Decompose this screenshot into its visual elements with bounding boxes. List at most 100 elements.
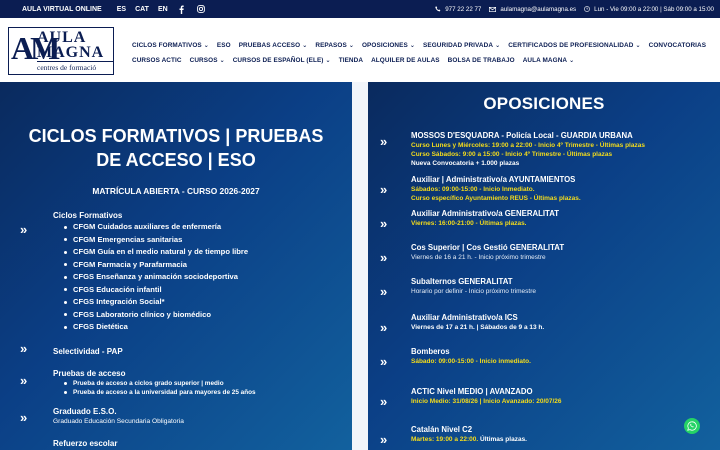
oposicion-detail: Curso Sábados: 9:00 a 15:00 - Inicio 4º …: [411, 151, 613, 158]
hours-text: Lun - Vie 09:00 a 22:00 | Sáb 09:00 a 15…: [594, 5, 714, 13]
nav-item[interactable]: ALQUILER DE AULAS: [371, 57, 440, 64]
nav-item[interactable]: BOLSA DE TRABAJO: [448, 57, 515, 64]
chevron-down-icon: ⌄: [409, 43, 415, 49]
aula-virtual-link[interactable]: AULA VIRTUAL ONLINE: [22, 6, 102, 13]
pruebas-item[interactable]: Prueba de acceso a ciclos grado superior…: [53, 379, 343, 388]
nav-item-label: SEGURIDAD PRIVADA: [422, 42, 494, 49]
main-nav: CICLOS FORMATIVOS ⌄ ESO PRUEBAS ACCESO ⌄ REPA…: [132, 38, 706, 68]
ciclos-panel-subtitle: MATRÍCULA ABIERTA - CURSO 2026-2027: [92, 186, 260, 196]
chevron-down-icon: ⌄: [203, 43, 209, 49]
oposicion-heading[interactable]: ACTIC Nivel MEDIO | AVANZADO: [411, 386, 711, 397]
double-chevron-right-icon: »: [380, 320, 387, 335]
nav-item-label: CERTIFICADOS DE PROFESIONALIDAD: [508, 42, 634, 49]
nav-item[interactable]: REPASOS ⌄: [315, 42, 354, 49]
facebook-icon[interactable]: [177, 5, 187, 14]
chevron-down-icon: ⌄: [348, 43, 354, 49]
instagram-icon[interactable]: [196, 5, 206, 13]
whatsapp-icon[interactable]: [684, 418, 700, 434]
oposicion-detail: Horario por definir - Inicio próximo tri…: [411, 288, 536, 295]
nav-item[interactable]: CURSOS ⌄: [190, 57, 225, 64]
nav-item[interactable]: CONVOCATORIAS: [649, 42, 707, 49]
nav-item-label: ESO: [216, 42, 231, 49]
oposicion-heading[interactable]: Auxiliar Administrativo/a GENERALITAT: [411, 208, 711, 219]
oposicion-detail: Curso específico Ayuntamiento REUS - Últ…: [411, 195, 581, 202]
oposicion-heading[interactable]: Catalán Nivel C2: [411, 424, 711, 435]
oposicion-heading[interactable]: Auxiliar | Administrativo/a AYUNTAMIENTO…: [411, 174, 711, 185]
double-chevron-right-icon: »: [20, 341, 27, 356]
ciclo-item[interactable]: CFGS Integración Social*: [53, 296, 343, 309]
oposicion-detail: Sábados: 09:00-15:00 - Inicio Inmediato.: [411, 186, 535, 193]
double-chevron-right-icon: »: [20, 410, 27, 425]
email-contact[interactable]: aulamagna@aulamagna.es: [489, 6, 576, 13]
nav-item[interactable]: CICLOS FORMATIVOS ⌄: [132, 42, 209, 49]
oposicion-detail: Sábado: 09:00-15:00 - Inicio inmediato.: [411, 358, 531, 365]
aula-magna-logo[interactable]: AM AULA MAGNA centres de formació: [8, 27, 114, 75]
site-header: AM AULA MAGNA centres de formació CICLOS…: [0, 18, 720, 82]
oposicion-heading[interactable]: Auxiliar Administrativo/a ICS: [411, 312, 711, 323]
nav-item-label: TIENDA: [338, 57, 364, 64]
ciclo-item[interactable]: CFGM Emergencias sanitarias: [53, 234, 343, 247]
lang-es[interactable]: ES: [117, 6, 126, 13]
nav-item[interactable]: PRUEBAS ACCESO ⌄: [239, 42, 308, 49]
nav-item-label: PRUEBAS ACCESO: [238, 42, 301, 49]
clock-icon: [584, 6, 591, 12]
pruebas-item[interactable]: Prueba de acceso a la universidad para m…: [53, 388, 343, 397]
oposicion-heading[interactable]: Bomberos: [411, 346, 711, 357]
nav-item-label: BOLSA DE TRABAJO: [447, 57, 515, 64]
double-chevron-right-icon: »: [380, 284, 387, 299]
nav-item[interactable]: OPOSICIONES ⌄: [362, 42, 415, 49]
oposicion-heading[interactable]: MOSSOS D'ESQUADRA - Policía Local - GUAR…: [411, 130, 711, 141]
nav-item[interactable]: SEGURIDAD PRIVADA ⌄: [423, 42, 500, 49]
ciclo-item[interactable]: CFGS Educación infantil: [53, 284, 343, 297]
oposicion-detail: Martes: 19:00 a 22:00. Últimas plazas.: [411, 435, 711, 444]
chevron-down-icon: ⌄: [325, 58, 331, 64]
double-chevron-right-icon: »: [20, 373, 27, 388]
nav-item-label: CONVOCATORIAS: [648, 42, 707, 49]
nav-item[interactable]: AULA MAGNA ⌄: [523, 57, 575, 64]
oposicion-detail: Viernes de 17 a 21 h. | Sábados de 9 a 1…: [411, 324, 545, 331]
oposicion-heading[interactable]: Cos Superior | Cos Gestió GENERALITAT: [411, 242, 711, 253]
double-chevron-right-icon: »: [380, 354, 387, 369]
nav-item[interactable]: CURSOS ACTIC: [132, 57, 182, 64]
chevron-down-icon: ⌄: [219, 58, 225, 64]
ciclos-group-body: Ciclos Formativos CFGM Cuidados auxiliar…: [53, 210, 343, 334]
oposiciones-panel: OPOSICIONES » MOSSOS D'ESQUADRA - Policía…: [368, 82, 720, 450]
refuerzo-heading[interactable]: Refuerzo escolar: [53, 438, 343, 449]
lang-en[interactable]: EN: [158, 6, 168, 13]
ciclo-item[interactable]: CFGM Cuidados auxiliares de enfermería: [53, 221, 343, 234]
oposicion-detail: Inicio Medio: 31/08/26 | Inicio Avanzado…: [411, 398, 562, 405]
oposicion-body: Catalán Nivel C2 Martes: 19:00 a 22:00. Ú…: [411, 424, 711, 444]
ciclos-list: CFGM Cuidados auxiliares de enfermería CF…: [53, 221, 343, 334]
ciclo-item[interactable]: CFGM Guía en el medio natural y de tiemp…: [53, 246, 343, 259]
phone-contact[interactable]: 977 22 22 77: [435, 6, 481, 13]
oposicion-body: Auxiliar | Administrativo/a AYUNTAMIENTO…: [411, 174, 711, 203]
logo-mark-letters: AM: [11, 30, 60, 66]
oposicion-heading[interactable]: Subalternos GENERALITAT: [411, 276, 711, 287]
ciclo-item[interactable]: CFGS Enseñanza y animación sociodeportiv…: [53, 271, 343, 284]
double-chevron-right-icon: »: [380, 394, 387, 409]
ciclo-item[interactable]: CFGM Farmacia y Parafarmacia: [53, 259, 343, 272]
top-bar: AULA VIRTUAL ONLINE ES CAT EN 977 22 22 …: [0, 0, 720, 18]
nav-item[interactable]: ESO: [217, 42, 231, 49]
lang-cat[interactable]: CAT: [135, 6, 149, 13]
ciclo-item[interactable]: CFGS Laboratorio clínico y biomédico: [53, 309, 343, 322]
chevron-down-icon: ⌄: [569, 58, 575, 64]
logo-mark: AM: [9, 28, 60, 74]
envelope-icon: [489, 6, 497, 12]
ciclo-item[interactable]: CFGS Dietética: [53, 321, 343, 334]
eso-heading[interactable]: Graduado E.S.O.: [53, 406, 343, 417]
eso-subtitle: Graduado Educación Secundaria Obligatori…: [53, 418, 184, 425]
oposicion-body: Cos Superior | Cos Gestió GENERALITAT Vie…: [411, 242, 711, 262]
ciclos-panel: CICLOS FORMATIVOS | PRUEBAS DE ACCESO | …: [0, 82, 352, 450]
nav-item[interactable]: TIENDA: [339, 57, 363, 64]
oposicion-detail-note: Últimas plazas.: [478, 436, 527, 443]
pruebas-body: Pruebas de acceso Prueba de acceso a cic…: [53, 368, 343, 397]
nav-item[interactable]: CERTIFICADOS DE PROFESIONALIDAD ⌄: [508, 42, 640, 49]
selectividad-link[interactable]: Selectividad - PAP: [53, 346, 343, 357]
pruebas-heading[interactable]: Pruebas de acceso: [53, 368, 343, 379]
oposicion-body: Auxiliar Administrativo/a GENERALITAT Vie…: [411, 208, 711, 228]
ciclos-heading[interactable]: Ciclos Formativos: [53, 210, 343, 221]
oposicion-body: Subalternos GENERALITAT Horario por defin…: [411, 276, 711, 296]
nav-item[interactable]: CURSOS DE ESPAÑOL (ELE) ⌄: [233, 57, 331, 64]
nav-item-label: CURSOS: [189, 57, 218, 64]
